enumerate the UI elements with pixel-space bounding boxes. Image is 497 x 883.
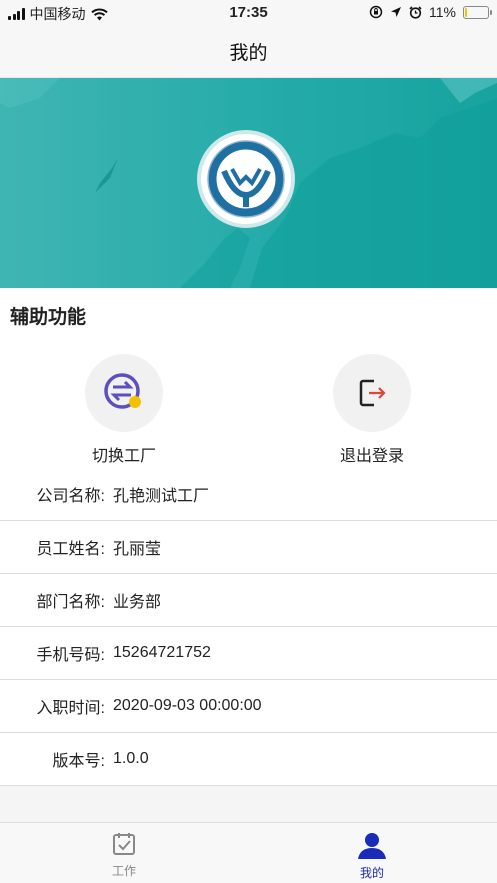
aux-section-title: 辅助功能 — [10, 307, 87, 328]
status-right: 11% — [369, 4, 492, 20]
battery-level — [465, 7, 468, 17]
switch-factory-label: 切换工厂 — [91, 448, 156, 465]
status-bar: 中国移动 17:35 11% — [0, 0, 497, 26]
aux-section: 辅助功能 切换工厂 退出登录 — [0, 288, 497, 468]
battery-icon — [463, 5, 492, 19]
tab-mine-label: 我的 — [359, 866, 384, 880]
logout-button[interactable]: 退出登录 — [302, 354, 442, 466]
info-value: 孔艳测试工厂 — [113, 488, 210, 505]
checklist-icon — [113, 833, 135, 855]
info-row-phone: 手机号码: 15264721752 — [0, 627, 497, 680]
switch-factory-icon-circle — [85, 354, 163, 432]
tab-work[interactable]: 工作 — [64, 831, 184, 879]
battery-percent: 11% — [429, 4, 456, 20]
info-row-company: 公司名称: 孔艳测试工厂 — [0, 468, 497, 521]
logout-icon-circle — [333, 354, 411, 432]
switch-factory-button[interactable]: 切换工厂 — [54, 354, 194, 466]
info-value: 1.0.0 — [113, 750, 149, 767]
logout-label: 退出登录 — [339, 448, 404, 465]
info-row-hire-date: 入职时间: 2020-09-03 00:00:00 — [0, 680, 497, 733]
info-value: 2020-09-03 00:00:00 — [113, 697, 262, 714]
nav-bar: 我的 — [0, 26, 497, 78]
info-row-department: 部门名称: 业务部 — [0, 574, 497, 627]
info-value: 15264721752 — [113, 644, 211, 661]
page-title: 我的 — [229, 43, 268, 64]
tab-mine[interactable]: 我的 — [312, 831, 432, 881]
company-logo — [197, 130, 295, 228]
logo-emblem-icon — [207, 140, 285, 218]
info-key: 入职时间: — [36, 700, 105, 717]
switch-arrows-icon — [104, 373, 141, 409]
info-value: 孔丽莹 — [113, 541, 162, 558]
profile-banner — [0, 78, 497, 288]
employee-info-list: 公司名称: 孔艳测试工厂 员工姓名: 孔丽莹 部门名称: 业务部 手机号码: 1… — [0, 468, 497, 786]
location-icon — [391, 7, 402, 17]
tab-work-label: 工作 — [111, 864, 136, 878]
info-row-version: 版本号: 1.0.0 — [0, 733, 497, 786]
info-key: 版本号: — [52, 753, 105, 770]
logout-icon — [359, 379, 386, 407]
user-icon — [358, 833, 386, 859]
info-row-employee-name: 员工姓名: 孔丽莹 — [0, 521, 497, 574]
info-key: 部门名称: — [36, 594, 105, 611]
info-key: 手机号码: — [36, 647, 105, 664]
alarm-icon — [409, 5, 422, 19]
bottom-tab-bar: 工作 我的 — [0, 822, 497, 883]
info-value: 业务部 — [113, 594, 162, 611]
info-key: 公司名称: — [36, 488, 105, 505]
info-key: 员工姓名: — [36, 541, 105, 558]
rotation-lock-icon — [369, 5, 383, 19]
